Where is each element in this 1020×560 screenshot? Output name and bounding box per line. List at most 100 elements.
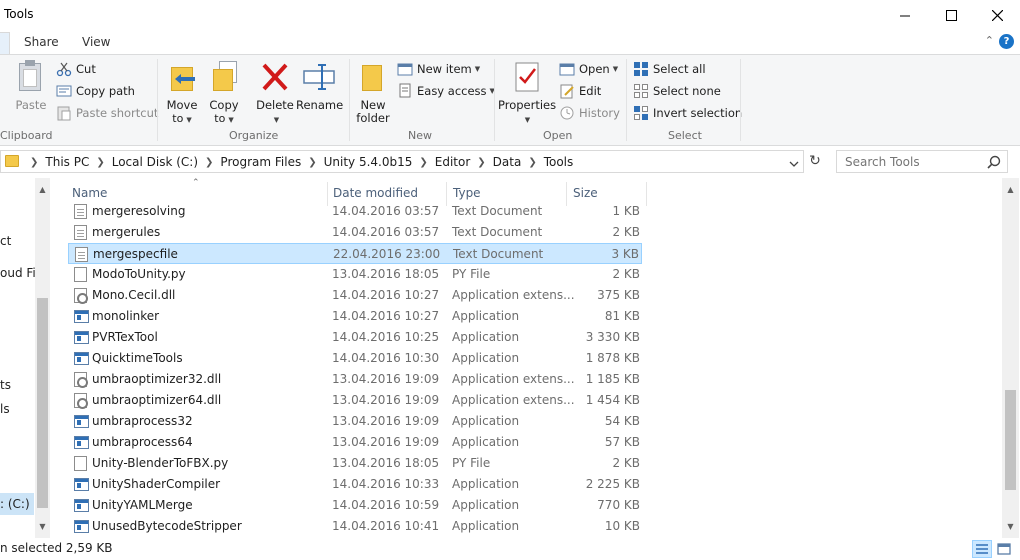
new-folder-button[interactable]: New folder — [355, 59, 391, 125]
table-row[interactable]: UnityYAMLMerge 14.04.2016 10:59 Applicatio… — [68, 495, 642, 516]
file-icon — [74, 456, 87, 471]
tab-view[interactable]: View — [82, 35, 110, 49]
new-folder-label-line2: folder — [356, 111, 390, 125]
rename-button[interactable]: Rename — [296, 59, 343, 112]
tab-share[interactable]: Share — [24, 35, 59, 49]
breadcrumb-unity[interactable]: Unity 5.4.0b15 — [324, 155, 413, 169]
chevron-right-icon[interactable]: ❯ — [308, 157, 316, 168]
file-date-modified: 14.04.2016 10:59 — [332, 498, 440, 512]
cut-button[interactable]: Cut — [56, 59, 96, 79]
large-icons-view-icon — [997, 543, 1011, 555]
select-all-button[interactable]: Select all — [633, 59, 706, 79]
nav-scrollbar-thumb[interactable] — [37, 298, 48, 508]
table-row[interactable]: Mono.Cecil.dll 14.04.2016 10:27 Applicatio… — [68, 285, 642, 306]
address-dropdown-icon[interactable] — [789, 157, 799, 171]
file-type: Text Document — [452, 204, 543, 218]
details-view-icon — [976, 544, 988, 554]
file-name: monolinker — [92, 309, 160, 323]
file-list-scrollbar-thumb[interactable] — [1005, 390, 1016, 490]
file-size: 2 KB — [612, 456, 640, 470]
breadcrumb-tools[interactable]: Tools — [544, 155, 574, 169]
open-button[interactable]: Open ▼ — [559, 59, 618, 79]
breadcrumb-program-files[interactable]: Program Files — [220, 155, 301, 169]
ribbon: Paste Cut Copy path Paste shortcut Clipb… — [0, 54, 1020, 146]
scroll-down-icon[interactable]: ▼ — [35, 519, 50, 534]
nav-item[interactable]: ts — [0, 378, 11, 392]
file-size: 1 878 KB — [585, 351, 640, 365]
select-none-button[interactable]: Select none — [633, 81, 721, 101]
file-date-modified: 13.04.2016 18:05 — [332, 267, 440, 281]
status-text: n selected 2,59 KB — [0, 541, 113, 555]
table-row[interactable]: umbraprocess64 13.04.2016 19:09 Applicatio… — [68, 432, 642, 453]
maximize-button[interactable] — [928, 0, 974, 30]
file-type: Application extens... — [452, 393, 575, 407]
address-bar[interactable]: ❯ This PC ❯ Local Disk (C:) ❯ Program Fi… — [0, 150, 804, 173]
paste-shortcut-button[interactable]: Paste shortcut — [56, 103, 158, 123]
minimize-button[interactable] — [882, 0, 928, 30]
nav-item[interactable]: ct — [0, 234, 11, 248]
invert-selection-button[interactable]: Invert selection — [633, 103, 742, 123]
search-box[interactable] — [836, 150, 1008, 173]
file-name: Unity-BlenderToFBX.py — [92, 456, 229, 470]
table-row[interactable]: QuicktimeTools 14.04.2016 10:30 Applicatio… — [68, 348, 642, 369]
scroll-up-icon[interactable]: ▲ — [1003, 182, 1018, 197]
table-row[interactable]: umbraoptimizer64.dll 13.04.2016 19:09 Appl… — [68, 390, 642, 411]
file-type: Text Document — [452, 225, 543, 239]
table-row[interactable]: umbraprocess32 13.04.2016 19:09 Applicatio… — [68, 411, 642, 432]
file-list-scrollbar[interactable]: ▲ ▼ — [1002, 178, 1019, 538]
table-row[interactable]: monolinker 14.04.2016 10:27 Application 81 … — [68, 306, 642, 327]
details-view-button[interactable] — [972, 540, 992, 558]
table-row[interactable]: ModoToUnity.py 13.04.2016 18:05 PY File 2 K… — [68, 264, 642, 285]
breadcrumb-data[interactable]: Data — [493, 155, 522, 169]
breadcrumb-local-disk[interactable]: Local Disk (C:) — [112, 155, 198, 169]
table-row[interactable]: Unity-BlenderToFBX.py 13.04.2016 18:05 PY … — [68, 453, 642, 474]
chevron-right-icon[interactable]: ❯ — [96, 157, 104, 168]
chevron-right-icon[interactable]: ❯ — [477, 157, 485, 168]
copy-to-button[interactable]: Copy to ▼ — [206, 59, 242, 127]
breadcrumb-editor[interactable]: Editor — [435, 155, 471, 169]
table-row[interactable]: PVRTexTool 14.04.2016 10:25 Application 3 3… — [68, 327, 642, 348]
table-row[interactable]: UnityShaderCompiler 14.04.2016 10:33 Appli… — [68, 474, 642, 495]
chevron-up-icon[interactable]: ⌃ — [985, 34, 994, 47]
edit-button[interactable]: Edit — [559, 81, 601, 101]
history-button[interactable]: History — [559, 103, 620, 123]
close-button[interactable] — [974, 0, 1020, 30]
table-row[interactable]: mergeresolving 14.04.2016 03:57 Text Docum… — [68, 201, 642, 222]
breadcrumb-this-pc[interactable]: This PC — [45, 155, 89, 169]
easy-access-button[interactable]: Easy access ▼ — [397, 81, 495, 101]
tab-home[interactable] — [0, 32, 10, 54]
paste-button[interactable]: Paste — [14, 59, 48, 112]
search-icon[interactable] — [987, 155, 1001, 172]
large-icons-view-button[interactable] — [994, 540, 1014, 558]
scroll-down-icon[interactable]: ▼ — [1003, 519, 1018, 534]
nav-scrollbar[interactable]: ▲ ▼ — [35, 178, 50, 538]
open-label: Open — [579, 62, 610, 76]
new-item-button[interactable]: New item ▼ — [397, 59, 480, 79]
paste-shortcut-icon — [56, 105, 72, 121]
nav-item[interactable]: ls — [0, 402, 10, 416]
file-name: UnityShaderCompiler — [92, 477, 221, 491]
chevron-right-icon[interactable]: ❯ — [528, 157, 536, 168]
help-icon[interactable]: ? — [999, 34, 1014, 49]
clipboard-icon — [14, 59, 48, 95]
search-input[interactable] — [837, 151, 987, 172]
move-to-button[interactable]: Move to ▼ — [164, 59, 200, 127]
table-row[interactable]: mergerules 14.04.2016 03:57 Text Document 2… — [68, 222, 642, 243]
chevron-right-icon[interactable]: ❯ — [205, 157, 213, 168]
scroll-up-icon[interactable]: ▲ — [35, 182, 50, 197]
group-separator — [740, 59, 741, 141]
properties-button[interactable]: Properties ▼ — [498, 59, 556, 127]
delete-button[interactable]: Delete ▼ — [256, 59, 294, 127]
file-type: PY File — [452, 267, 491, 281]
table-row[interactable]: umbraoptimizer32.dll 13.04.2016 19:09 Appl… — [68, 369, 642, 390]
copy-path-button[interactable]: Copy path — [56, 81, 135, 101]
new-item-icon — [397, 61, 413, 77]
nav-item-local-disk[interactable]: : (C:) — [0, 497, 30, 511]
table-row[interactable]: UnusedBytecodeStripper 14.04.2016 10:41 Ap… — [68, 516, 642, 537]
delete-x-icon — [258, 59, 292, 95]
chevron-right-icon[interactable]: ❯ — [419, 157, 427, 168]
refresh-icon[interactable]: ↻ — [806, 152, 824, 171]
table-row[interactable]: mergespecfile 22.04.2016 23:00 Text Docume… — [68, 243, 642, 264]
column-separator[interactable] — [646, 182, 647, 206]
nav-item[interactable]: oud Fil — [0, 266, 39, 280]
